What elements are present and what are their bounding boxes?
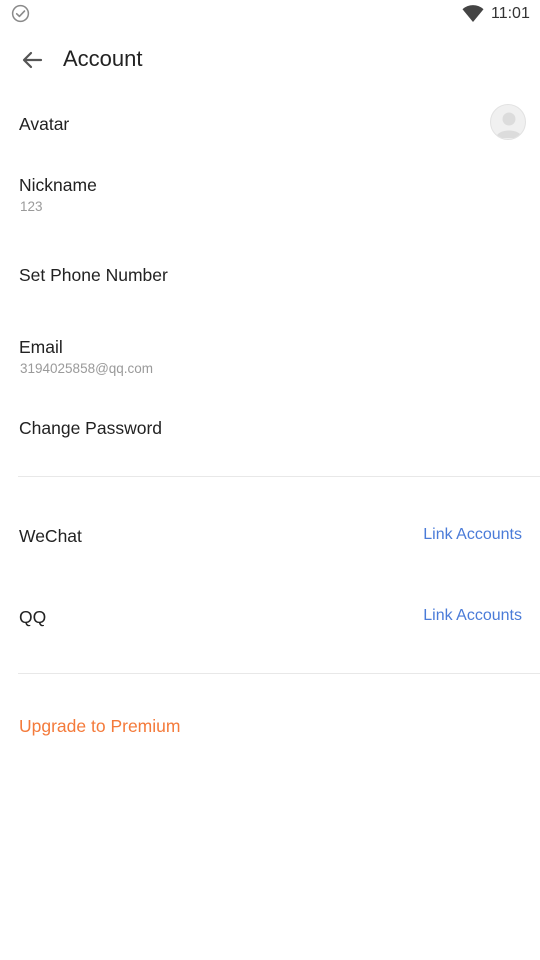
user-placeholder-icon [496, 112, 522, 138]
avatar[interactable] [490, 104, 526, 140]
section-divider [18, 673, 540, 674]
upgrade-premium-link[interactable]: Upgrade to Premium [19, 715, 180, 737]
section-divider [18, 476, 540, 477]
email-label: Email [19, 337, 63, 357]
status-time: 11:01 [491, 5, 530, 22]
avatar-row[interactable]: Avatar [0, 100, 540, 146]
qq-label: QQ [19, 607, 47, 627]
back-button[interactable] [14, 42, 50, 78]
page-title: Account [63, 46, 143, 71]
wechat-row: WeChat Link Accounts [0, 514, 540, 558]
email-row[interactable]: Email 3194025858@qq.com [0, 326, 540, 386]
qq-row: QQ Link Accounts [0, 595, 540, 639]
phone-label: Set Phone Number [19, 265, 168, 285]
change-password-row[interactable]: Change Password [0, 407, 540, 451]
qq-link-button[interactable]: Link Accounts [423, 605, 522, 627]
nickname-row[interactable]: Nickname 123 [0, 164, 540, 224]
nickname-value: 123 [20, 199, 43, 214]
wifi-icon [462, 5, 484, 23]
app-toolbar: Account [0, 28, 540, 90]
status-bar: 11:01 [0, 0, 540, 28]
wechat-link-button[interactable]: Link Accounts [423, 524, 522, 546]
phone-row[interactable]: Set Phone Number [0, 254, 540, 298]
wechat-label: WeChat [19, 526, 82, 546]
nickname-label: Nickname [19, 175, 97, 195]
check-circle-icon [11, 4, 30, 23]
email-value: 3194025858@qq.com [20, 361, 154, 376]
arrow-back-icon [22, 51, 43, 69]
change-password-label: Change Password [19, 418, 162, 438]
avatar-label: Avatar [19, 114, 70, 134]
